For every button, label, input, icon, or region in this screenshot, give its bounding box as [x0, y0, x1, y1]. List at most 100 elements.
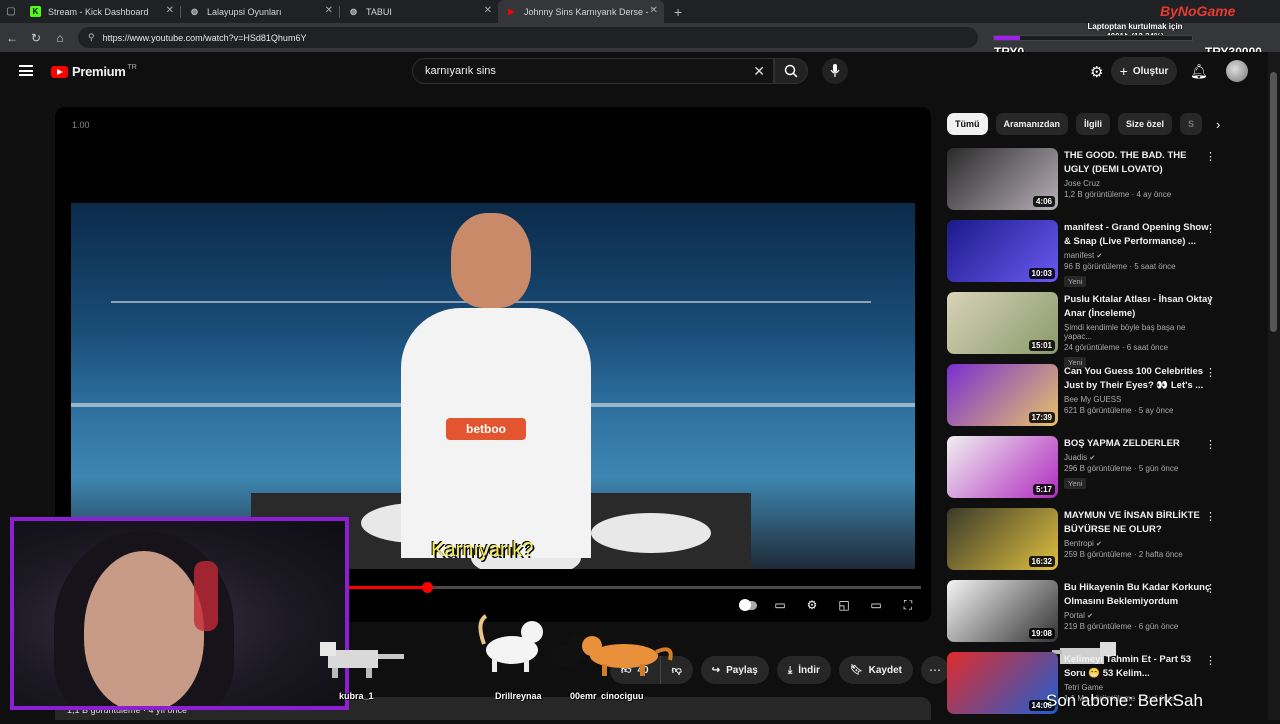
- more-options-icon[interactable]: ⋮: [1205, 438, 1216, 451]
- recommendation-title[interactable]: BOŞ YAPMA ZELDERLER: [1064, 437, 1214, 451]
- channel-name[interactable]: Juadis ✔: [1064, 453, 1214, 462]
- new-badge: Yeni: [1064, 478, 1087, 489]
- share-button[interactable]: ↪ Paylaş: [700, 656, 769, 684]
- window-menu-icon[interactable]: ▢: [0, 0, 22, 23]
- chevron-right-icon[interactable]: ›: [1216, 117, 1220, 132]
- more-options-icon[interactable]: ⋮: [1205, 582, 1216, 595]
- back-icon[interactable]: ←: [0, 31, 24, 45]
- pet-username: 00emr: [570, 691, 597, 701]
- browser-tab-lalayupsi[interactable]: ◍ Lalayupsi Oyunları ✕: [181, 0, 339, 23]
- clear-search-icon[interactable]: ✕: [753, 63, 765, 80]
- verified-check-icon: ✔: [1087, 613, 1094, 620]
- account-avatar[interactable]: [1226, 60, 1248, 82]
- voice-search-button[interactable]: [822, 58, 848, 84]
- scrollbar-thumb[interactable]: [1270, 72, 1277, 332]
- search-button[interactable]: [774, 58, 808, 84]
- more-options-icon[interactable]: ⋮: [1205, 654, 1216, 667]
- fullscreen-icon[interactable]: ⛶: [899, 597, 917, 613]
- chip-from-search[interactable]: Aramanızdan: [995, 113, 1069, 135]
- chip-related[interactable]: İlgili: [1076, 113, 1111, 135]
- channel-name[interactable]: Şimdi kendimle böyle baş başa ne yapac..…: [1064, 323, 1214, 341]
- recommendation-item[interactable]: 15:01 Puslu Kıtalar Atlası - İhsan Oktay …: [947, 292, 1217, 368]
- verified-check-icon: ✔: [1096, 541, 1102, 548]
- site-info-icon[interactable]: ⚲: [88, 32, 95, 43]
- miniplayer-icon[interactable]: ◱: [835, 597, 853, 613]
- duration-badge: 4:06: [1032, 196, 1055, 207]
- recommendation-title[interactable]: manifest - Grand Opening Show & Snap (Li…: [1064, 221, 1214, 249]
- duration-badge: 10:03: [1028, 268, 1055, 279]
- url-field[interactable]: ⚲ https://www.youtube.com/watch?v=HSd81Q…: [78, 27, 978, 48]
- recommendation-title[interactable]: THE GOOD. THE BAD. THE UGLY (DEMI LOVATO…: [1064, 149, 1214, 177]
- youtube-premium-logo[interactable]: Premium TR: [51, 64, 137, 79]
- close-tab-icon[interactable]: ✕: [325, 5, 333, 16]
- pet-username: Drillreynaa: [495, 691, 542, 701]
- channel-name[interactable]: Portal ✔: [1064, 611, 1214, 620]
- recommendation-item[interactable]: 16:32 MAYMUN VE İNSAN BİRLİKTE BÜYÜRSE NE…: [947, 508, 1217, 580]
- recommendation-item[interactable]: 10:03 manifest - Grand Opening Show & Sna…: [947, 220, 1217, 292]
- more-options-icon[interactable]: ⋮: [1205, 150, 1216, 163]
- download-button[interactable]: ⤓ İndir: [776, 656, 831, 684]
- browser-tab-tabui[interactable]: ◍ TABUI ✕: [340, 0, 498, 23]
- recommendation-title[interactable]: MAYMUN VE İNSAN BİRLİKTE BÜYÜRSE NE OLUR…: [1064, 509, 1214, 537]
- video-thumbnail[interactable]: 19:08: [947, 580, 1058, 642]
- video-thumbnail[interactable]: 17:39: [947, 364, 1058, 426]
- home-icon[interactable]: ⌂: [48, 31, 72, 45]
- bynogame-logo: ByNoGame: [1160, 3, 1236, 19]
- channel-name[interactable]: Bee My GUESS: [1064, 395, 1214, 404]
- more-options-icon[interactable]: ⋮: [1205, 294, 1216, 307]
- video-thumbnail[interactable]: 14:06: [947, 652, 1058, 714]
- recommendation-title[interactable]: Can You Guess 100 Celebrities Just by Th…: [1064, 365, 1214, 393]
- recommendation-item[interactable]: 5:17 BOŞ YAPMA ZELDERLER Juadis ✔ 296 B gör…: [947, 436, 1217, 508]
- chip-all[interactable]: Tümü: [947, 113, 988, 135]
- browser-tab-strip: ▢ K Stream - Kick Dashboard ✕ ◍ Lalayups…: [0, 0, 1280, 23]
- save-button[interactable]: 🔖︎ Kaydet: [838, 656, 913, 684]
- browser-tab-kick[interactable]: K Stream - Kick Dashboard ✕: [22, 0, 180, 23]
- download-icon: ⤓: [787, 664, 793, 676]
- video-thumbnail[interactable]: 10:03: [947, 220, 1058, 282]
- chip-for-you[interactable]: Size özel: [1118, 113, 1173, 135]
- recommendation-title[interactable]: Bu Hikayenin Bu Kadar Korkunç Olmasını B…: [1064, 581, 1214, 609]
- channel-text: Bee My GUESS: [1064, 395, 1122, 404]
- tab-title: Lalayupsi Oyunları: [207, 6, 282, 17]
- close-tab-icon[interactable]: ✕: [484, 5, 492, 16]
- globe-icon: ◍: [350, 7, 357, 16]
- create-button[interactable]: + Oluştur: [1111, 57, 1177, 85]
- video-thumbnail[interactable]: 15:01: [947, 292, 1058, 354]
- channel-name[interactable]: Jose Cruz: [1064, 179, 1214, 188]
- autoplay-toggle[interactable]: [739, 597, 757, 613]
- theater-mode-icon[interactable]: ▭: [867, 597, 885, 613]
- recommendation-title[interactable]: Puslu Kıtalar Atlası - İhsan Oktay Anar …: [1064, 293, 1214, 321]
- recommendation-item[interactable]: 14:06 Kelimeyi Tahmin Et - Part 53 Soru 😁…: [947, 652, 1217, 724]
- chip-partial[interactable]: S: [1180, 113, 1203, 135]
- video-thumbnail[interactable]: 16:32: [947, 508, 1058, 570]
- menu-icon[interactable]: [19, 65, 33, 76]
- reload-icon[interactable]: ↻: [24, 31, 48, 45]
- tab-title: Johnny Sins Karnıyarık Derse - Yo: [524, 6, 652, 17]
- notifications-bell-icon[interactable]: 🔔︎: [1190, 63, 1208, 80]
- recommendation-item[interactable]: 4:06 THE GOOD. THE BAD. THE UGLY (DEMI LO…: [947, 148, 1217, 220]
- recommendation-title[interactable]: Kelimeyi Tahmin Et - Part 53 Soru 😁 53 K…: [1064, 653, 1214, 681]
- search-input[interactable]: karnıyarık sins ✕: [412, 58, 774, 84]
- duration-badge: 16:32: [1028, 556, 1055, 567]
- close-tab-icon[interactable]: ✕: [650, 5, 658, 16]
- video-thumbnail[interactable]: 5:17: [947, 436, 1058, 498]
- recommendation-item[interactable]: 19:08 Bu Hikayenin Bu Kadar Korkunç Olmas…: [947, 580, 1217, 652]
- close-tab-icon[interactable]: ✕: [166, 5, 174, 16]
- channel-name[interactable]: Bentropi ✔: [1064, 539, 1214, 548]
- new-tab-icon[interactable]: +: [674, 4, 682, 20]
- white-shirt: betboo: [401, 308, 591, 558]
- more-actions-button[interactable]: ⋯: [920, 656, 949, 684]
- extension-gear-icon[interactable]: ⚙: [1090, 63, 1103, 81]
- seek-handle[interactable]: [421, 582, 433, 593]
- more-options-icon[interactable]: ⋮: [1205, 366, 1216, 379]
- page-scrollbar[interactable]: [1268, 52, 1280, 720]
- channel-name[interactable]: manifest ✔: [1064, 251, 1214, 260]
- subtitles-icon[interactable]: ▭: [771, 597, 789, 613]
- share-icon: ↪: [711, 664, 721, 676]
- recommendation-item[interactable]: 17:39 Can You Guess 100 Celebrities Just …: [947, 364, 1217, 436]
- more-options-icon[interactable]: ⋮: [1205, 222, 1216, 235]
- settings-icon[interactable]: ⚙: [803, 597, 821, 613]
- more-options-icon[interactable]: ⋮: [1205, 510, 1216, 523]
- video-thumbnail[interactable]: 4:06: [947, 148, 1058, 210]
- browser-tab-youtube[interactable]: ▶ Johnny Sins Karnıyarık Derse - Yo ✕: [498, 0, 664, 23]
